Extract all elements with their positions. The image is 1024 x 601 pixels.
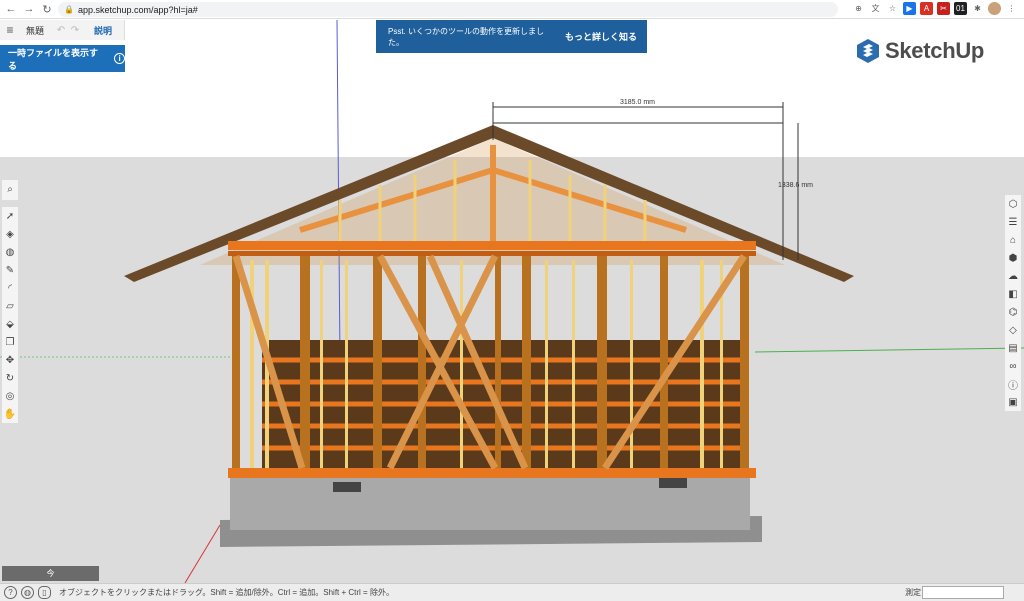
mouse-icon: ▯ <box>38 586 51 599</box>
dim-height-label: 1338.6 mm <box>778 182 813 189</box>
update-banner: Psst. いくつかのツールの動作を更新しました。 もっと詳しく知る <box>376 20 647 53</box>
star-icon[interactable]: ☆ <box>886 2 899 15</box>
url-text: app.sketchup.com/app?hl=ja# <box>77 4 198 15</box>
pencil-icon[interactable]: ✎ <box>3 261 17 279</box>
profile-icon[interactable] <box>988 2 1001 15</box>
address-bar[interactable]: 🔒 app.sketchup.com/app?hl=ja# <box>58 2 838 17</box>
info-icon[interactable]: i <box>114 53 125 64</box>
help-icon[interactable]: ? <box>4 586 17 599</box>
orbit-icon[interactable]: ◎ <box>3 387 17 405</box>
model-viewport[interactable]: 3185.0 mm 1338.6 mm <box>0 20 1024 583</box>
extension-bar: ⊕ 文 ☆ ▶ A ✂ 01 ✱ ⋮ <box>852 2 1018 15</box>
extension-icon[interactable]: ✱ <box>971 2 984 15</box>
red-axis <box>184 524 221 583</box>
styles-icon[interactable]: ☁ <box>1006 267 1020 285</box>
globe-icon[interactable]: ◍ <box>21 586 34 599</box>
lock-icon: 🔒 <box>64 5 74 14</box>
search-toolbar: ⌕ <box>2 180 18 200</box>
sketchup-logo-icon <box>857 39 879 63</box>
select-icon[interactable]: ➚ <box>3 207 17 225</box>
paint-icon[interactable]: ◍ <box>3 243 17 261</box>
browser-chrome: ← → ↻ 🔒 app.sketchup.com/app?hl=ja# ⊕ 文 … <box>0 0 1024 19</box>
menu-icon[interactable]: ≡ <box>0 23 20 37</box>
layers-icon[interactable]: ◧ <box>1006 285 1020 303</box>
translate-icon[interactable]: 文 <box>869 2 882 15</box>
temp-files-label: 一時ファイルを表示する <box>8 47 99 71</box>
pdf-icon[interactable]: A <box>920 2 933 15</box>
reload-icon[interactable]: ↻ <box>40 2 54 16</box>
counter-icon[interactable]: 01 <box>954 2 967 15</box>
learn-more-link[interactable]: もっと詳しく知る <box>565 30 637 43</box>
outliner-icon[interactable]: ⌬ <box>1006 303 1020 321</box>
undo-icon[interactable]: ↶ <box>54 25 68 36</box>
status-bar: ? ◍ ▯ オブジェクトをクリックまたはドラッグ。Shift = 追加/除外。C… <box>0 583 1024 601</box>
house-frame-model: 3185.0 mm 1338.6 mm <box>0 20 1024 583</box>
status-text: オブジェクトをクリックまたはドラッグ。Shift = 追加/除外。Ctrl = … <box>59 588 394 597</box>
dim-width-label: 3185.0 mm <box>620 99 655 106</box>
temp-files-button[interactable]: 一時ファイルを表示する i <box>0 45 125 72</box>
rotate-icon[interactable]: ↻ <box>3 369 17 387</box>
move-icon[interactable]: ✥ <box>3 351 17 369</box>
banner-message: Psst. いくつかのツールの動作を更新しました。 <box>388 26 545 47</box>
zoom-icon[interactable]: ⊕ <box>852 2 865 15</box>
info-icon[interactable]: ⓘ <box>1006 375 1020 393</box>
green-axis <box>754 347 1024 353</box>
arc-icon[interactable]: ◜ <box>3 279 17 297</box>
sketchup-logo: SketchUp <box>855 38 984 64</box>
logo-text: SketchUp <box>885 38 985 63</box>
materials-icon[interactable]: ⬢ <box>1006 249 1020 267</box>
measure-input[interactable] <box>922 586 1004 599</box>
right-toolbar: ⬡ ☰ ⌂ ⬢ ☁ ◧ ⌬ ◇ ▤ ∞ ⓘ ▣ <box>1005 195 1021 411</box>
pushpull-icon[interactable]: ⬙ <box>3 315 17 333</box>
scenes-tab[interactable]: 今 <box>2 566 99 581</box>
app-toolbar: ≡ 無題 ↶ ↷ 説明 <box>0 20 125 40</box>
clip-icon[interactable]: ✂ <box>937 2 950 15</box>
rectangle-icon[interactable]: ▱ <box>3 297 17 315</box>
components-icon[interactable]: ⌂ <box>1006 231 1020 249</box>
instructor-icon[interactable]: ☰ <box>1006 213 1020 231</box>
eraser-icon[interactable]: ◈ <box>3 225 17 243</box>
scenes-icon[interactable]: ▤ <box>1006 339 1020 357</box>
model-title[interactable]: 無題 <box>26 24 54 37</box>
top-plate <box>228 241 756 250</box>
offset-icon[interactable]: ❐ <box>3 333 17 351</box>
menu-dots-icon[interactable]: ⋮ <box>1005 2 1018 15</box>
measure-label: 測定 <box>905 588 921 597</box>
explain-button[interactable]: 説明 <box>94 24 112 37</box>
left-toolbar: ➚ ◈ ◍ ✎ ◜ ▱ ⬙ ❐ ✥ ↻ ◎ ✋ <box>2 207 18 423</box>
back-icon[interactable]: ← <box>4 2 18 16</box>
display-icon[interactable]: ▣ <box>1006 393 1020 411</box>
entity-info-icon[interactable]: ⬡ <box>1006 195 1020 213</box>
pan-icon[interactable]: ✋ <box>3 405 17 423</box>
glasses-icon[interactable]: ∞ <box>1006 357 1020 375</box>
forward-icon[interactable]: → <box>22 2 36 16</box>
meet-icon[interactable]: ▶ <box>903 2 916 15</box>
tags-icon[interactable]: ◇ <box>1006 321 1020 339</box>
search-icon[interactable]: ⌕ <box>3 180 17 198</box>
redo-icon[interactable]: ↷ <box>68 25 82 36</box>
